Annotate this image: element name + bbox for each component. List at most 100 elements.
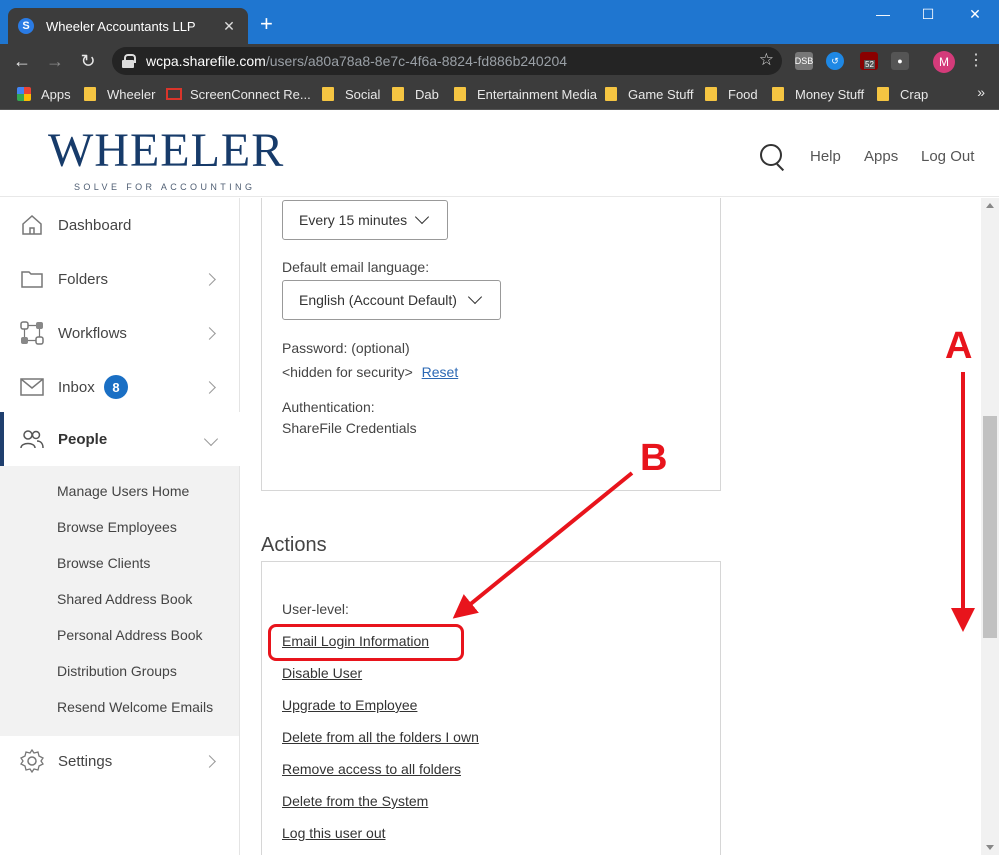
url-path: /users/a80a78a8-8e7c-4f6a-8824-fd886b240… xyxy=(265,53,568,69)
bookmark-food[interactable]: Food xyxy=(705,84,758,104)
submenu-resend-welcome-emails[interactable]: Resend Welcome Emails xyxy=(57,699,213,715)
bookmark-money-stuff[interactable]: Money Stuff xyxy=(772,84,864,104)
folder-icon xyxy=(392,87,404,101)
sidebar-item-inbox[interactable]: Inbox 8 xyxy=(0,360,240,414)
sidebar-item-workflows[interactable]: Workflows xyxy=(0,306,240,360)
extension-history-icon[interactable]: ↺ xyxy=(826,52,844,70)
people-icon xyxy=(20,430,44,449)
chevron-right-icon xyxy=(203,754,216,768)
extension-drop-icon[interactable]: ● xyxy=(891,52,909,70)
folder-outline-icon xyxy=(21,271,43,288)
forward-icon[interactable]: → xyxy=(43,49,67,73)
bookmark-apps[interactable]: Apps xyxy=(17,84,71,104)
close-window-icon[interactable]: ✕ xyxy=(960,6,990,23)
sidebar-item-label: Settings xyxy=(58,752,113,770)
delete-from-system-link[interactable]: Delete from the System xyxy=(282,793,428,809)
close-tab-icon[interactable]: ✕ xyxy=(220,18,238,35)
submenu-browse-clients[interactable]: Browse Clients xyxy=(57,555,150,571)
browser-titlebar: S Wheeler Accountants LLP ✕ + — ☐ ✕ xyxy=(0,0,999,44)
bookmark-crap[interactable]: Crap xyxy=(877,84,928,104)
chevron-down-icon xyxy=(203,431,219,447)
logo-text: WHEELER xyxy=(48,124,285,177)
chevron-down-icon xyxy=(414,209,430,225)
reload-icon[interactable]: ↻ xyxy=(76,49,100,73)
authentication-label: Authentication: xyxy=(282,399,375,415)
scrollbar-thumb[interactable] xyxy=(983,416,997,638)
user-level-label: User-level: xyxy=(282,601,349,617)
sidebar-item-label: Folders xyxy=(58,270,109,288)
profile-avatar[interactable]: M xyxy=(933,51,955,73)
logo-tagline: SOLVE FOR ACCOUNTING xyxy=(74,182,256,192)
browser-tab[interactable]: S Wheeler Accountants LLP ✕ xyxy=(8,8,248,44)
apps-link[interactable]: Apps xyxy=(864,148,898,165)
sharefile-favicon-icon: S xyxy=(18,18,34,34)
bookmark-wheeler[interactable]: Wheeler xyxy=(84,84,155,104)
logout-link[interactable]: Log Out xyxy=(921,148,974,165)
submenu-browse-employees[interactable]: Browse Employees xyxy=(57,519,177,535)
gear-icon xyxy=(20,749,44,773)
actions-heading: Actions xyxy=(261,534,327,556)
browser-toolbar: ← → ↻ wcpa.sharefile.com/users/a80a78a8-… xyxy=(0,44,999,78)
workflow-icon xyxy=(20,321,44,345)
search-icon[interactable] xyxy=(760,144,784,168)
bookmark-star-icon[interactable]: ☆ xyxy=(759,50,774,70)
submenu-distribution-groups[interactable]: Distribution Groups xyxy=(57,663,177,679)
folder-icon xyxy=(84,87,96,101)
scroll-up-arrow-icon[interactable] xyxy=(986,203,994,208)
sidebar-item-dashboard[interactable]: Dashboard xyxy=(0,198,240,252)
back-icon[interactable]: ← xyxy=(10,49,34,73)
remove-folder-access-link[interactable]: Remove access to all folders xyxy=(282,761,461,777)
sidebar-item-label: People xyxy=(58,430,108,448)
sidebar-item-people[interactable]: People xyxy=(0,412,240,466)
address-bar[interactable]: wcpa.sharefile.com/users/a80a78a8-8e7c-4… xyxy=(112,47,782,75)
bookmark-social[interactable]: Social xyxy=(322,84,380,104)
page-scrollbar[interactable] xyxy=(981,198,999,855)
extension-ublock-icon[interactable]: 52 xyxy=(860,52,878,70)
browser-menu-icon[interactable]: ⋮ xyxy=(968,50,984,70)
submenu-manage-users-home[interactable]: Manage Users Home xyxy=(57,483,189,499)
maximize-icon[interactable]: ☐ xyxy=(913,6,943,23)
folder-icon xyxy=(322,87,334,101)
help-link[interactable]: Help xyxy=(810,148,841,165)
delete-from-owned-folders-link[interactable]: Delete from all the folders I own xyxy=(282,729,479,745)
folder-icon xyxy=(454,87,466,101)
apps-grid-icon xyxy=(17,87,31,101)
sidebar-item-settings[interactable]: Settings xyxy=(0,734,240,788)
sidebar-item-label: Inbox xyxy=(58,378,95,396)
extension-badge: 52 xyxy=(864,60,875,69)
select-value: Every 15 minutes xyxy=(299,212,408,228)
folder-icon xyxy=(877,87,889,101)
folder-icon xyxy=(772,87,784,101)
extension-dsb-icon[interactable]: DSB xyxy=(795,52,813,70)
highlight-box xyxy=(268,624,464,661)
sidebar: Dashboard Folders Workflows Inbox 8 Peop… xyxy=(0,198,240,855)
minimize-icon[interactable]: — xyxy=(868,6,898,22)
active-indicator xyxy=(0,412,4,466)
bookmark-entertainment-media[interactable]: Entertainment Media xyxy=(454,84,597,104)
password-value: <hidden for security> xyxy=(282,364,413,380)
sidebar-item-folders[interactable]: Folders xyxy=(0,252,240,306)
bookmark-screenconnect[interactable]: ScreenConnect Re... xyxy=(166,84,311,104)
new-tab-icon[interactable]: + xyxy=(260,13,273,35)
log-user-out-link[interactable]: Log this user out xyxy=(282,825,386,841)
scroll-down-arrow-icon[interactable] xyxy=(986,845,994,850)
disable-user-link[interactable]: Disable User xyxy=(282,665,362,681)
chevron-down-icon xyxy=(467,289,483,305)
folder-icon xyxy=(605,87,617,101)
submenu-personal-address-book[interactable]: Personal Address Book xyxy=(57,627,203,643)
bookmark-dab[interactable]: Dab xyxy=(392,84,439,104)
wheeler-logo[interactable]: WHEELER SOLVE FOR ACCOUNTING xyxy=(48,119,283,192)
reset-password-link[interactable]: Reset xyxy=(422,364,459,380)
bookmark-game-stuff[interactable]: Game Stuff xyxy=(605,84,694,104)
password-row: <hidden for security> Reset xyxy=(282,364,458,380)
upgrade-to-employee-link[interactable]: Upgrade to Employee xyxy=(282,697,417,713)
bookmarks-bar: Apps Wheeler ScreenConnect Re... Social … xyxy=(0,78,999,110)
submenu-shared-address-book[interactable]: Shared Address Book xyxy=(57,591,192,607)
site-header: WHEELER SOLVE FOR ACCOUNTING Help Apps L… xyxy=(0,111,999,197)
people-submenu: Manage Users Home Browse Employees Brows… xyxy=(0,466,239,736)
password-label: Password: (optional) xyxy=(282,340,410,356)
bookmarks-overflow-icon[interactable]: » xyxy=(977,84,985,100)
url-host: wcpa.sharefile.com xyxy=(146,53,266,69)
notification-frequency-select[interactable]: Every 15 minutes xyxy=(282,200,448,240)
email-language-select[interactable]: English (Account Default) xyxy=(282,280,501,320)
